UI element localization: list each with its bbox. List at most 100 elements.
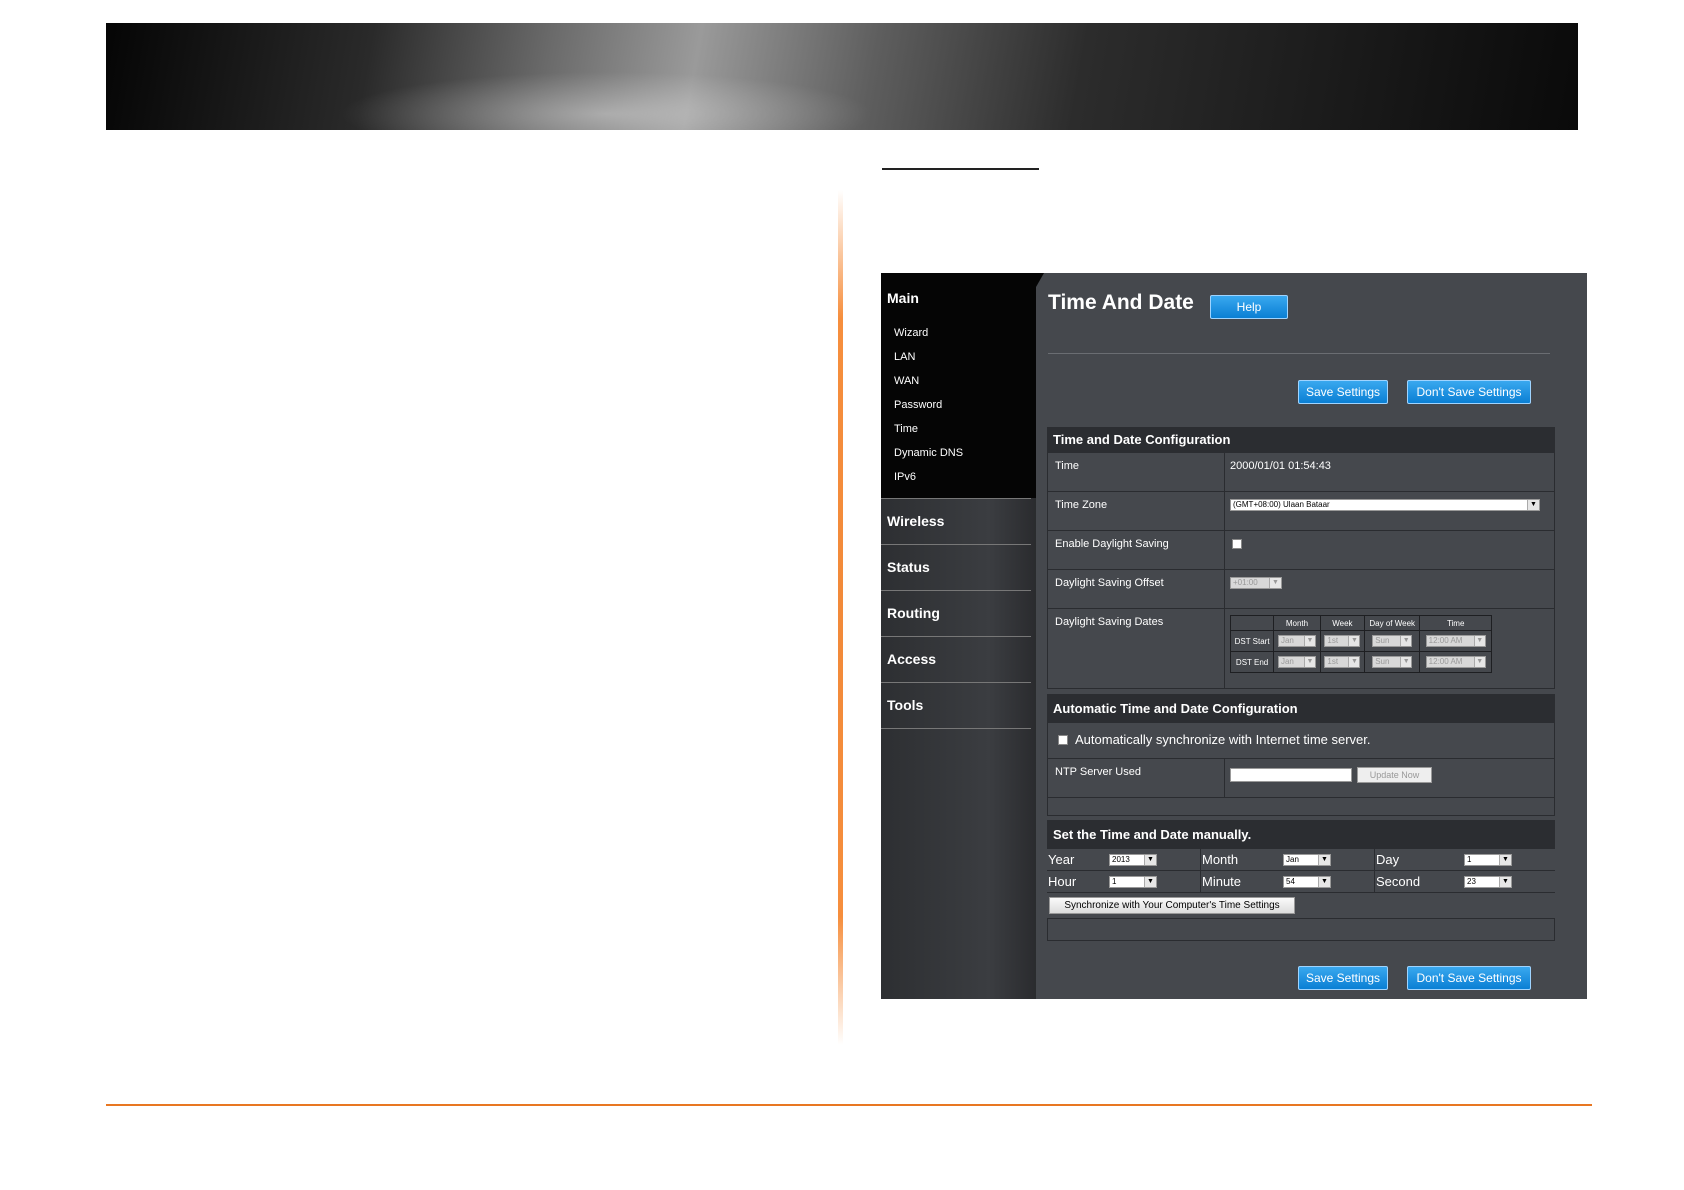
dst-end-label: DST End bbox=[1229, 651, 1275, 673]
minute-select[interactable]: 54 ▼ bbox=[1283, 876, 1331, 888]
ntp-server-input[interactable] bbox=[1230, 768, 1352, 782]
year-select[interactable]: 2013 ▼ bbox=[1109, 854, 1157, 866]
main-content: Time And Date Help Save Settings Don't S… bbox=[1046, 273, 1587, 999]
sidebar-item-lan[interactable]: LAN bbox=[894, 351, 915, 363]
dst-start-time-cell: 12:00 AM ▼ bbox=[1419, 630, 1492, 652]
sidebar-separator bbox=[881, 544, 1031, 545]
dst-start-month-select[interactable]: Jan ▼ bbox=[1277, 635, 1316, 647]
second-select[interactable]: 23 ▼ bbox=[1464, 876, 1512, 888]
sidebar-item-status[interactable]: Status bbox=[887, 559, 930, 575]
row-time-zone: Time Zone (GMT+08:00) Ulaan Bataar ▼ bbox=[1047, 492, 1555, 531]
daylight-offset-value: +01:00 bbox=[1233, 578, 1258, 587]
update-now-button[interactable]: Update Now bbox=[1357, 767, 1432, 783]
daylight-saving-checkbox[interactable] bbox=[1232, 539, 1242, 549]
dst-start-week-select[interactable]: 1st ▼ bbox=[1324, 635, 1361, 647]
page-title: Time And Date bbox=[1048, 291, 1194, 314]
sidebar-item-ipv6[interactable]: IPv6 bbox=[894, 471, 916, 483]
time-zone-select[interactable]: (GMT+08:00) Ulaan Bataar ▼ bbox=[1230, 499, 1540, 511]
chevron-down-icon: ▼ bbox=[1318, 877, 1330, 887]
chevron-down-icon: ▼ bbox=[1269, 578, 1281, 588]
row-time: Time 2000/01/01 01:54:43 bbox=[1047, 453, 1555, 492]
column-separator bbox=[1374, 871, 1375, 893]
auto-sync-checkbox[interactable] bbox=[1058, 735, 1068, 745]
section-header-automatic: Automatic Time and Date Configuration bbox=[1047, 694, 1555, 723]
sidebar-item-wizard[interactable]: Wizard bbox=[894, 327, 928, 339]
manual-row-time: Hour 1 ▼ Minute 54 ▼ Second 23 ▼ bbox=[1047, 871, 1555, 893]
year-label: Year bbox=[1048, 852, 1075, 867]
ntp-server-label: NTP Server Used bbox=[1055, 766, 1141, 778]
daylight-offset-select[interactable]: +01:00 ▼ bbox=[1230, 577, 1282, 589]
dst-end-time-value: 12:00 AM bbox=[1428, 657, 1463, 666]
chevron-down-icon: ▼ bbox=[1144, 855, 1156, 865]
help-button[interactable]: Help bbox=[1210, 295, 1288, 319]
hour-value: 1 bbox=[1112, 877, 1117, 886]
time-label: Time bbox=[1055, 460, 1080, 472]
section-header-time-date-config: Time and Date Configuration bbox=[1047, 427, 1555, 453]
dst-end-time-select[interactable]: 12:00 AM ▼ bbox=[1425, 656, 1486, 668]
manual-row-date: Year 2013 ▼ Month Jan ▼ Day 1 ▼ bbox=[1047, 849, 1555, 871]
hour-label: Hour bbox=[1048, 874, 1077, 889]
chevron-down-icon: ▼ bbox=[1527, 500, 1539, 510]
second-value: 23 bbox=[1467, 877, 1476, 886]
chevron-down-icon: ▼ bbox=[1348, 657, 1360, 667]
sidebar-item-access[interactable]: Access bbox=[887, 651, 936, 667]
month-select[interactable]: Jan ▼ bbox=[1283, 854, 1331, 866]
manual-row-sync: Synchronize with Your Computer's Time Se… bbox=[1047, 893, 1555, 919]
sync-computer-time-button[interactable]: Synchronize with Your Computer's Time Se… bbox=[1049, 897, 1295, 914]
sidebar-item-dynamic-dns[interactable]: Dynamic DNS bbox=[894, 447, 963, 459]
daylight-offset-label: Daylight Saving Offset bbox=[1055, 577, 1164, 589]
dst-end-month-value: Jan bbox=[1280, 657, 1294, 666]
dst-start-label: DST Start bbox=[1229, 630, 1275, 652]
sidebar-item-wan[interactable]: WAN bbox=[894, 375, 919, 387]
sidebar-separator bbox=[881, 590, 1031, 591]
dont-save-settings-button-bottom[interactable]: Don't Save Settings bbox=[1407, 966, 1531, 990]
dont-save-settings-button-top[interactable]: Don't Save Settings bbox=[1407, 380, 1531, 404]
column-separator bbox=[1200, 849, 1201, 871]
dst-end-time-cell: 12:00 AM ▼ bbox=[1419, 651, 1492, 673]
dst-corner-cell bbox=[1229, 615, 1275, 631]
dst-end-day-cell: Sun ▼ bbox=[1364, 651, 1421, 673]
router-ui-screenshot: Main Wizard LAN WAN Password Time Dynami… bbox=[881, 273, 1587, 999]
row-ntp-server: NTP Server Used Update Now bbox=[1047, 759, 1555, 798]
daylight-saving-label: Enable Daylight Saving bbox=[1055, 538, 1169, 550]
chevron-down-icon: ▼ bbox=[1499, 855, 1511, 865]
dst-end-week-select[interactable]: 1st ▼ bbox=[1324, 656, 1361, 668]
hour-select[interactable]: 1 ▼ bbox=[1109, 876, 1157, 888]
day-label: Day bbox=[1376, 852, 1400, 867]
dst-end-day-select[interactable]: Sun ▼ bbox=[1372, 656, 1413, 668]
column-separator bbox=[1224, 570, 1225, 608]
dst-dates-table: Month Week Day of Week Time DST Start Ja… bbox=[1229, 615, 1492, 673]
auto-sync-label: Automatically synchronize with Internet … bbox=[1075, 732, 1371, 747]
row-spacer bbox=[1047, 798, 1555, 816]
dst-end-month-select[interactable]: Jan ▼ bbox=[1277, 656, 1316, 668]
column-divider bbox=[838, 190, 843, 1045]
save-settings-button-top[interactable]: Save Settings bbox=[1298, 380, 1388, 404]
dst-end-month-cell: Jan ▼ bbox=[1273, 651, 1321, 673]
sidebar-title-main[interactable]: Main bbox=[887, 290, 919, 306]
dst-header-month: Month bbox=[1273, 615, 1321, 631]
column-separator bbox=[1224, 609, 1225, 688]
dst-start-month-cell: Jan ▼ bbox=[1273, 630, 1321, 652]
dst-start-day-select[interactable]: Sun ▼ bbox=[1372, 635, 1413, 647]
sidebar-item-time[interactable]: Time bbox=[894, 423, 918, 435]
sidebar-item-password[interactable]: Password bbox=[894, 399, 942, 411]
time-zone-label: Time Zone bbox=[1055, 499, 1108, 511]
minute-value: 54 bbox=[1286, 877, 1295, 886]
chevron-down-icon: ▼ bbox=[1400, 636, 1412, 646]
save-settings-button-bottom[interactable]: Save Settings bbox=[1298, 966, 1388, 990]
row-spacer bbox=[1047, 919, 1555, 941]
day-select[interactable]: 1 ▼ bbox=[1464, 854, 1512, 866]
chevron-down-icon: ▼ bbox=[1473, 657, 1485, 667]
dst-start-time-value: 12:00 AM bbox=[1428, 636, 1463, 645]
column-separator bbox=[1374, 849, 1375, 871]
sidebar-item-routing[interactable]: Routing bbox=[887, 605, 940, 621]
sidebar-item-tools[interactable]: Tools bbox=[887, 697, 923, 713]
second-label: Second bbox=[1376, 874, 1421, 889]
sidebar-notch bbox=[1036, 273, 1044, 287]
row-daylight-saving-offset: Daylight Saving Offset +01:00 ▼ bbox=[1047, 570, 1555, 609]
sidebar-item-wireless[interactable]: Wireless bbox=[887, 513, 944, 529]
column-separator bbox=[1224, 453, 1225, 491]
dst-start-time-select[interactable]: 12:00 AM ▼ bbox=[1425, 635, 1486, 647]
sidebar-separator bbox=[881, 498, 1031, 499]
chevron-down-icon: ▼ bbox=[1473, 636, 1485, 646]
